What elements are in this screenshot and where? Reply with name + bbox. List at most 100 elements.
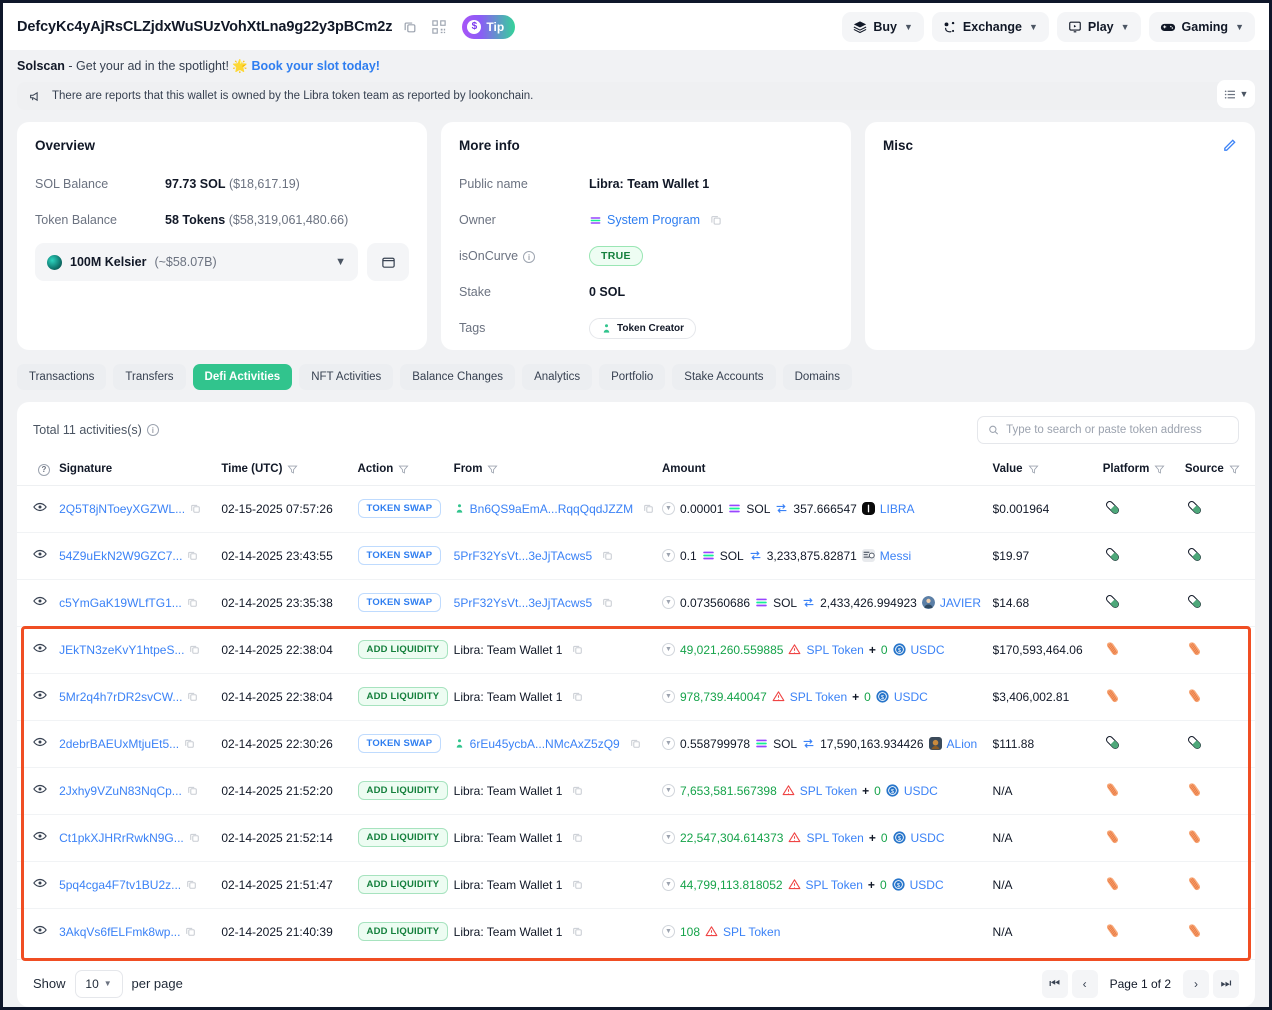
- signature-link[interactable]: JEkTN3zeKvY1htpeS...: [59, 643, 184, 657]
- cell-eye[interactable]: [17, 908, 59, 955]
- eye-icon[interactable]: [33, 735, 47, 749]
- signature-link[interactable]: 2debrBAEUxMtjuEt5...: [59, 737, 179, 751]
- nav-exchange-button[interactable]: Exchange ▼: [932, 12, 1049, 42]
- platform-logo-green[interactable]: [1185, 592, 1204, 611]
- signature-link[interactable]: c5YmGaK19WLfTG1...: [59, 596, 182, 610]
- page-size-select[interactable]: 10 ▼: [75, 970, 123, 998]
- nav-gaming-button[interactable]: Gaming ▼: [1149, 12, 1255, 42]
- token-a-link[interactable]: SPL Token: [806, 643, 863, 657]
- cell-eye[interactable]: [17, 673, 59, 720]
- qr-code-icon[interactable]: [428, 16, 450, 38]
- filter-icon[interactable]: [287, 464, 298, 475]
- token-out-link[interactable]: LIBRA: [880, 502, 915, 516]
- tab-defi-activities[interactable]: Defi Activities: [193, 364, 293, 390]
- eye-icon[interactable]: [33, 876, 47, 890]
- token-a-link[interactable]: SPL Token: [806, 878, 863, 892]
- tab-balance-changes[interactable]: Balance Changes: [400, 364, 515, 390]
- platform-logo-green[interactable]: [1185, 498, 1204, 517]
- copy-icon[interactable]: [572, 691, 583, 702]
- expand-icon[interactable]: ▼: [662, 549, 675, 562]
- platform-logo-orange[interactable]: [1103, 686, 1122, 705]
- tab-portfolio[interactable]: Portfolio: [599, 364, 665, 390]
- copy-icon[interactable]: [602, 597, 613, 608]
- signature-link[interactable]: 2Q5T8jNToeyXGZWL...: [59, 502, 185, 516]
- tip-button[interactable]: $ Tip: [462, 15, 515, 39]
- from-link[interactable]: 5PrF32YsVt...3eJjTAcws5: [454, 549, 593, 563]
- platform-logo-orange[interactable]: [1185, 921, 1204, 940]
- expand-icon[interactable]: ▼: [662, 831, 675, 844]
- expand-icon[interactable]: ▼: [662, 643, 675, 656]
- platform-logo-green[interactable]: [1103, 592, 1122, 611]
- token-b-link[interactable]: USDC: [904, 784, 938, 798]
- copy-icon[interactable]: [187, 550, 198, 561]
- copy-icon[interactable]: [187, 691, 198, 702]
- notice-toggle-button[interactable]: ▼: [1217, 80, 1255, 108]
- copy-icon[interactable]: [572, 644, 583, 655]
- signature-link[interactable]: 3AkqVs6fELFmk8wp...: [59, 925, 180, 939]
- expand-icon[interactable]: ▼: [662, 925, 675, 938]
- token-b-link[interactable]: USDC: [911, 831, 945, 845]
- signature-link[interactable]: 5pq4cga4F7tv1BU2z...: [59, 878, 181, 892]
- expand-icon[interactable]: ▼: [662, 737, 675, 750]
- token-out-link[interactable]: Messi: [880, 549, 911, 563]
- token-out-link[interactable]: ALion: [947, 737, 978, 751]
- token-a-link[interactable]: SPL Token: [800, 784, 857, 798]
- platform-logo-orange[interactable]: [1185, 827, 1204, 846]
- copy-icon[interactable]: [399, 16, 421, 38]
- from-link[interactable]: 6rEu45ycbA...NMcAxZ5zQ9: [470, 737, 620, 751]
- expand-icon[interactable]: ▼: [662, 596, 675, 609]
- tab-nft-activities[interactable]: NFT Activities: [299, 364, 393, 390]
- platform-logo-orange[interactable]: [1103, 874, 1122, 893]
- tab-transfers[interactable]: Transfers: [113, 364, 185, 390]
- copy-icon[interactable]: [185, 926, 196, 937]
- filter-icon[interactable]: [398, 464, 409, 475]
- expand-icon[interactable]: ▼: [662, 878, 675, 891]
- nav-play-button[interactable]: Play ▼: [1057, 12, 1141, 42]
- copy-icon[interactable]: [187, 597, 198, 608]
- cell-eye[interactable]: [17, 579, 59, 626]
- token-b-link[interactable]: USDC: [910, 878, 944, 892]
- eye-icon[interactable]: [33, 829, 47, 843]
- promo-link[interactable]: Book your slot today!: [251, 59, 379, 73]
- copy-icon[interactable]: [572, 832, 583, 843]
- filter-icon[interactable]: [487, 464, 498, 475]
- signature-link[interactable]: 5Mr2q4h7rDR2svCW...: [59, 690, 182, 704]
- next-page-button[interactable]: ›: [1183, 970, 1209, 998]
- platform-logo-green[interactable]: [1185, 545, 1204, 564]
- from-link[interactable]: Bn6QS9aEmA...RqqQqdJZZM: [470, 502, 633, 516]
- platform-logo-green[interactable]: [1103, 733, 1122, 752]
- first-page-button[interactable]: ⏮: [1042, 970, 1068, 998]
- filter-icon[interactable]: [1028, 464, 1039, 475]
- copy-icon[interactable]: [572, 785, 583, 796]
- eye-icon[interactable]: [33, 547, 47, 561]
- last-page-button[interactable]: ⏭: [1213, 970, 1239, 998]
- token-b-link[interactable]: USDC: [894, 690, 928, 704]
- filter-icon[interactable]: [1229, 464, 1240, 475]
- platform-logo-orange[interactable]: [1185, 686, 1204, 705]
- wallet-view-button[interactable]: [367, 243, 409, 281]
- copy-icon[interactable]: [572, 926, 583, 937]
- platform-logo-orange[interactable]: [1185, 639, 1204, 658]
- from-link[interactable]: 5PrF32YsVt...3eJjTAcws5: [454, 596, 593, 610]
- nav-buy-button[interactable]: Buy ▼: [842, 12, 924, 42]
- platform-logo-orange[interactable]: [1103, 921, 1122, 940]
- copy-icon[interactable]: [643, 503, 654, 514]
- copy-icon[interactable]: [710, 214, 722, 226]
- tag-badge[interactable]: Token Creator: [589, 318, 696, 339]
- platform-logo-orange[interactable]: [1103, 780, 1122, 799]
- platform-logo-orange[interactable]: [1185, 780, 1204, 799]
- copy-icon[interactable]: [184, 738, 195, 749]
- platform-logo-orange[interactable]: [1185, 874, 1204, 893]
- pencil-icon[interactable]: [1222, 138, 1237, 156]
- signature-link[interactable]: 2Jxhy9VZuN83NqCp...: [59, 784, 182, 798]
- token-dropdown[interactable]: 100M Kelsier (~$58.07B) ▼: [35, 243, 358, 281]
- tab-transactions[interactable]: Transactions: [17, 364, 106, 390]
- prev-page-button[interactable]: ‹: [1072, 970, 1098, 998]
- platform-logo-green[interactable]: [1185, 733, 1204, 752]
- tab-domains[interactable]: Domains: [783, 364, 852, 390]
- filter-icon[interactable]: [1154, 464, 1165, 475]
- copy-icon[interactable]: [602, 550, 613, 561]
- copy-icon[interactable]: [189, 644, 200, 655]
- expand-icon[interactable]: ▼: [662, 690, 675, 703]
- info-icon[interactable]: i: [523, 251, 535, 263]
